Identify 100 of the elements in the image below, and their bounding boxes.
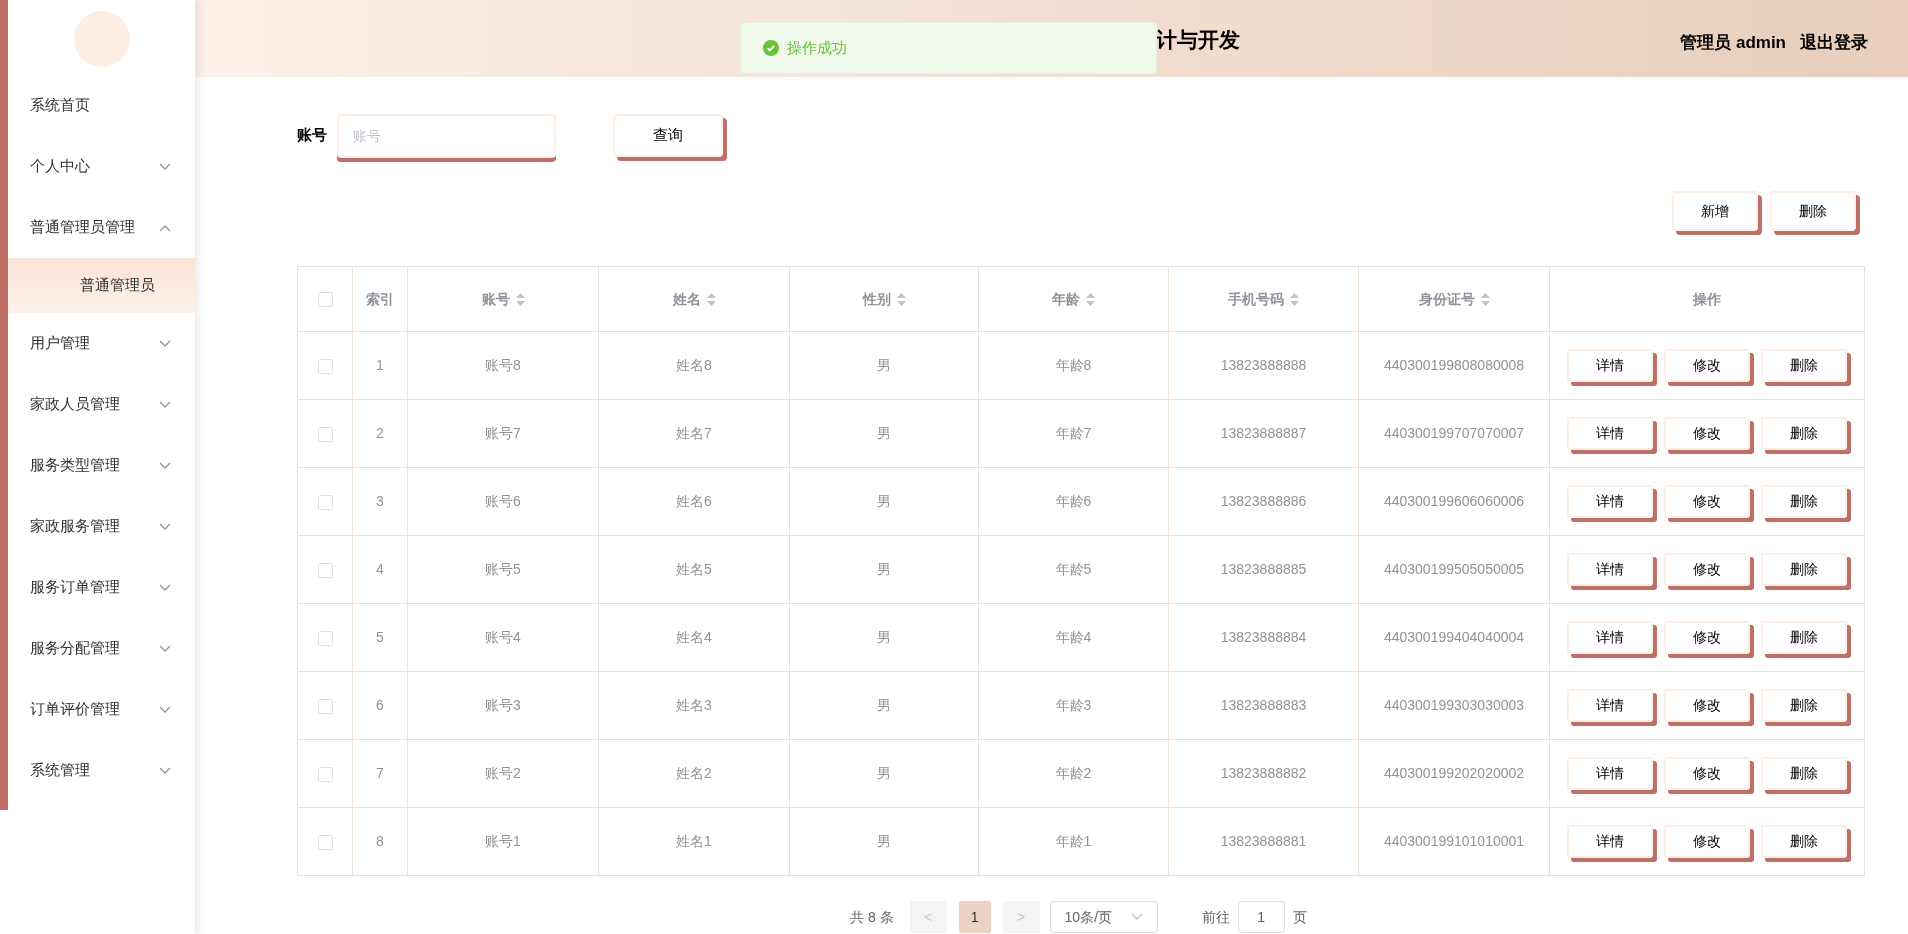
table-cell: 男 [877, 629, 891, 645]
page-size-select[interactable]: 10条/页 [1049, 901, 1158, 933]
table-cell: 3 [376, 493, 384, 509]
table-cell: 13823888882 [1220, 765, 1307, 781]
table-cell: 姓名4 [676, 629, 712, 645]
table-cell: 账号7 [485, 425, 521, 441]
table-cell: 7 [376, 765, 384, 781]
chevron-down-icon [159, 162, 171, 171]
table-cell: 账号6 [485, 493, 521, 509]
table-cell: 年龄6 [1055, 493, 1092, 509]
table-cell: 440300199404040004 [1383, 629, 1525, 645]
table-cell: 440300199606060006 [1383, 493, 1525, 509]
table-cell: 13823888886 [1220, 493, 1307, 509]
goto-suffix: 页 [1292, 907, 1307, 927]
chevron-down-icon [159, 644, 171, 653]
table-cell: 男 [877, 697, 891, 713]
table-cell: 男 [877, 493, 891, 509]
sidebar-item[interactable]: 服务分配管理 [8, 618, 195, 679]
table-cell: 账号4 [485, 629, 521, 645]
table-cell: 姓名1 [676, 833, 712, 849]
sort-icon [1480, 293, 1490, 307]
column-header: 操作 [1693, 290, 1721, 307]
checkbox[interactable] [317, 358, 333, 374]
table-cell: 姓名6 [676, 493, 712, 509]
chevron-down-icon [159, 400, 171, 409]
sort-icon [1290, 293, 1299, 307]
table-cell: 账号2 [485, 765, 521, 781]
table-cell: 年龄3 [1055, 697, 1092, 713]
checkbox[interactable] [317, 292, 333, 308]
checkbox[interactable] [317, 426, 333, 442]
table-cell: 年龄2 [1055, 765, 1092, 781]
table-cell: 姓名7 [676, 425, 712, 441]
table-cell: 账号5 [485, 561, 521, 577]
sidebar-item[interactable]: 家政人员管理 [8, 374, 195, 435]
table-cell: 1 [376, 357, 384, 373]
user-name: 管理员 admin [1680, 31, 1786, 54]
chevron-down-icon [159, 766, 171, 775]
table-cell: 8 [376, 833, 384, 849]
sort-icon [515, 293, 525, 307]
goto-page-field[interactable]: 1 [1237, 901, 1285, 933]
column-header: 索引 [366, 290, 394, 307]
sidebar-item[interactable]: 普通管理员管理 [8, 197, 195, 258]
table-cell: 账号1 [485, 833, 521, 849]
sidebar-subitem[interactable]: 普通管理员 [8, 258, 195, 313]
table-cell: 男 [877, 357, 891, 373]
table-cell: 13823888887 [1220, 425, 1307, 441]
table-cell: 年龄7 [1055, 425, 1092, 441]
checkbox[interactable] [317, 698, 333, 714]
sidebar-item[interactable]: 服务类型管理 [8, 435, 195, 496]
table-cell: 男 [877, 833, 891, 849]
search-label: 账号 [297, 125, 327, 146]
table-cell: 年龄4 [1055, 629, 1092, 645]
table-cell: 440300199707070007 [1383, 425, 1525, 441]
page-button[interactable]: 1 [958, 901, 991, 933]
table-cell: 440300199101010001 [1383, 833, 1525, 849]
header-title: 计与开发 [1156, 27, 1240, 53]
account-search-field[interactable]: 账号 [337, 113, 556, 158]
checkbox[interactable] [317, 562, 333, 578]
table-cell: 姓名8 [676, 357, 712, 373]
sort-icon [1086, 293, 1095, 307]
total-count: 共 8 条 [850, 907, 894, 927]
sidebar-item[interactable]: 系统管理 [8, 740, 195, 801]
chevron-down-icon [159, 522, 171, 531]
chevron-down-icon [159, 705, 171, 714]
table-cell: 13823888881 [1220, 833, 1307, 849]
chevron-down-icon [159, 461, 171, 470]
checkbox[interactable] [317, 766, 333, 782]
table-cell: 6 [376, 697, 384, 713]
chevron-down-icon [159, 339, 171, 348]
table-cell: 13823888884 [1220, 629, 1307, 645]
checkbox[interactable] [317, 494, 333, 510]
table-cell: 2 [376, 425, 384, 441]
table-cell: 5 [376, 629, 384, 645]
sidebar-item[interactable]: 服务订单管理 [8, 557, 195, 618]
sort-icon [896, 293, 906, 307]
chevron-down-icon [1130, 913, 1143, 921]
table-cell: 440300199202020002 [1383, 765, 1525, 781]
sort-icon [706, 293, 716, 307]
table-cell: 13823888888 [1220, 357, 1307, 373]
toast-message: 操作成功 [787, 37, 847, 58]
table-cell: 440300199303030003 [1383, 697, 1525, 713]
checkbox[interactable] [317, 834, 333, 850]
table-cell: 姓名2 [676, 765, 712, 781]
sidebar-item[interactable]: 个人中心 [8, 136, 195, 197]
table-cell: 440300199505050005 [1383, 561, 1525, 577]
table-cell: 账号3 [485, 697, 521, 713]
table-cell: 男 [877, 425, 891, 441]
sidebar-item[interactable]: 订单评价管理 [8, 679, 195, 740]
goto-label: 前往 [1201, 907, 1230, 927]
table-cell: 姓名5 [676, 561, 712, 577]
table-cell: 年龄8 [1055, 357, 1092, 373]
table-cell: 年龄5 [1055, 561, 1092, 577]
sidebar-item[interactable]: 系统首页 [8, 75, 195, 136]
sidebar-item[interactable]: 用户管理 [8, 313, 195, 374]
table-cell: 账号8 [485, 357, 521, 373]
table-cell: 姓名3 [676, 697, 712, 713]
success-icon [763, 40, 779, 56]
checkbox[interactable] [317, 630, 333, 646]
sidebar-item[interactable]: 家政服务管理 [8, 496, 195, 557]
logout-link[interactable]: 退出登录 [1800, 29, 1868, 56]
